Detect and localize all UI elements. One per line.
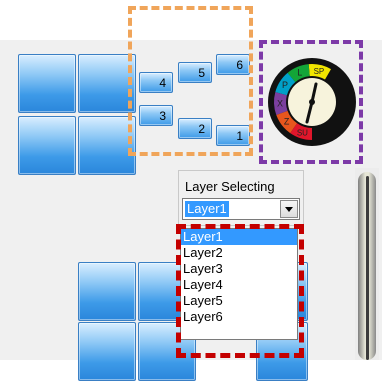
layer-selecting-title: Layer Selecting xyxy=(185,179,275,194)
orange-highlight-frame xyxy=(128,6,253,156)
chevron-down-icon[interactable] xyxy=(280,200,298,218)
tool-button-3[interactable] xyxy=(18,116,76,175)
purple-highlight-frame xyxy=(259,40,363,164)
tool-button-5[interactable] xyxy=(78,262,136,321)
tool-button-1[interactable] xyxy=(18,54,76,113)
slider-groove xyxy=(366,176,369,360)
layer-select[interactable]: Layer1 xyxy=(182,198,300,220)
red-highlight-frame xyxy=(176,224,304,358)
layer-select-value: Layer1 xyxy=(185,201,229,217)
tool-button-7[interactable] xyxy=(78,322,136,381)
